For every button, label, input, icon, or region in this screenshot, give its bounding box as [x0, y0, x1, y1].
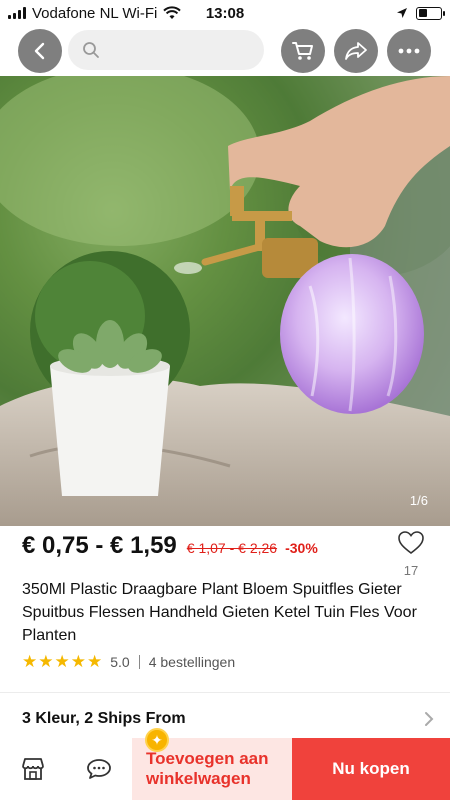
star-icon: ★ — [54, 652, 70, 671]
star-icon: ★ — [87, 652, 103, 671]
share-button[interactable] — [334, 29, 378, 73]
add-to-cart-label: Toevoegen aan winkelwagen — [146, 749, 269, 788]
chat-button[interactable] — [66, 738, 132, 800]
location-icon — [397, 8, 407, 18]
product-image[interactable]: 1/6 — [0, 76, 450, 526]
status-right — [396, 6, 445, 20]
star-icon: ★ — [22, 652, 38, 671]
star-icon: ★ — [38, 652, 54, 671]
share-icon — [345, 42, 367, 60]
more-button[interactable] — [387, 29, 431, 73]
discount-badge: -30% — [285, 540, 318, 556]
back-button[interactable] — [18, 29, 62, 73]
more-icon — [398, 48, 420, 54]
wishlist-button[interactable]: 17 — [396, 530, 426, 578]
top-nav — [0, 26, 450, 76]
coin-icon: ✦ — [145, 728, 169, 752]
search-input[interactable] — [68, 30, 264, 70]
wishlist-count: 17 — [403, 563, 419, 578]
rating-row[interactable]: ★ ★ ★ ★ ★ 5.0 4 bestellingen — [22, 653, 235, 670]
star-rating: ★ ★ ★ ★ ★ — [22, 653, 102, 670]
store-button[interactable] — [0, 738, 66, 800]
heart-icon — [398, 531, 424, 555]
star-icon: ★ — [70, 652, 86, 671]
cart-button[interactable] — [281, 29, 325, 73]
chat-icon — [87, 759, 111, 779]
orders-count: 4 bestellingen — [148, 653, 236, 670]
product-photo — [0, 76, 450, 526]
battery-icon — [416, 6, 445, 20]
rating-value: 5.0 — [110, 653, 130, 670]
search-icon — [83, 42, 99, 58]
image-counter: 1/6 — [409, 493, 428, 508]
cart-icon — [292, 42, 313, 60]
variant-label: 3 Kleur, 2 Ships From — [22, 710, 186, 727]
product-title: 350Ml Plastic Draagbare Plant Bloem Spui… — [22, 581, 417, 644]
separator — [0, 692, 450, 693]
buy-now-button[interactable]: Nu kopen — [292, 738, 450, 800]
buy-now-label: Nu kopen — [332, 759, 410, 778]
divider — [138, 654, 140, 669]
price: € 0,75 - € 1,59 — [22, 532, 177, 559]
chevron-right-icon — [425, 712, 434, 726]
variant-selector[interactable]: 3 Kleur, 2 Ships From — [22, 704, 434, 734]
original-price: € 1,07 - € 2,26 — [186, 540, 278, 556]
status-bar: Vodafone NL Wi-Fi 13:08 — [0, 0, 450, 26]
bottom-action-bar: Toevoegen aan winkelwagen Nu kopen — [0, 738, 450, 800]
status-time: 13:08 — [205, 4, 245, 22]
price-row: € 0,75 - € 1,59 € 1,07 - € 2,26 -30% — [22, 532, 432, 572]
back-icon — [34, 42, 45, 60]
store-icon — [22, 758, 44, 780]
